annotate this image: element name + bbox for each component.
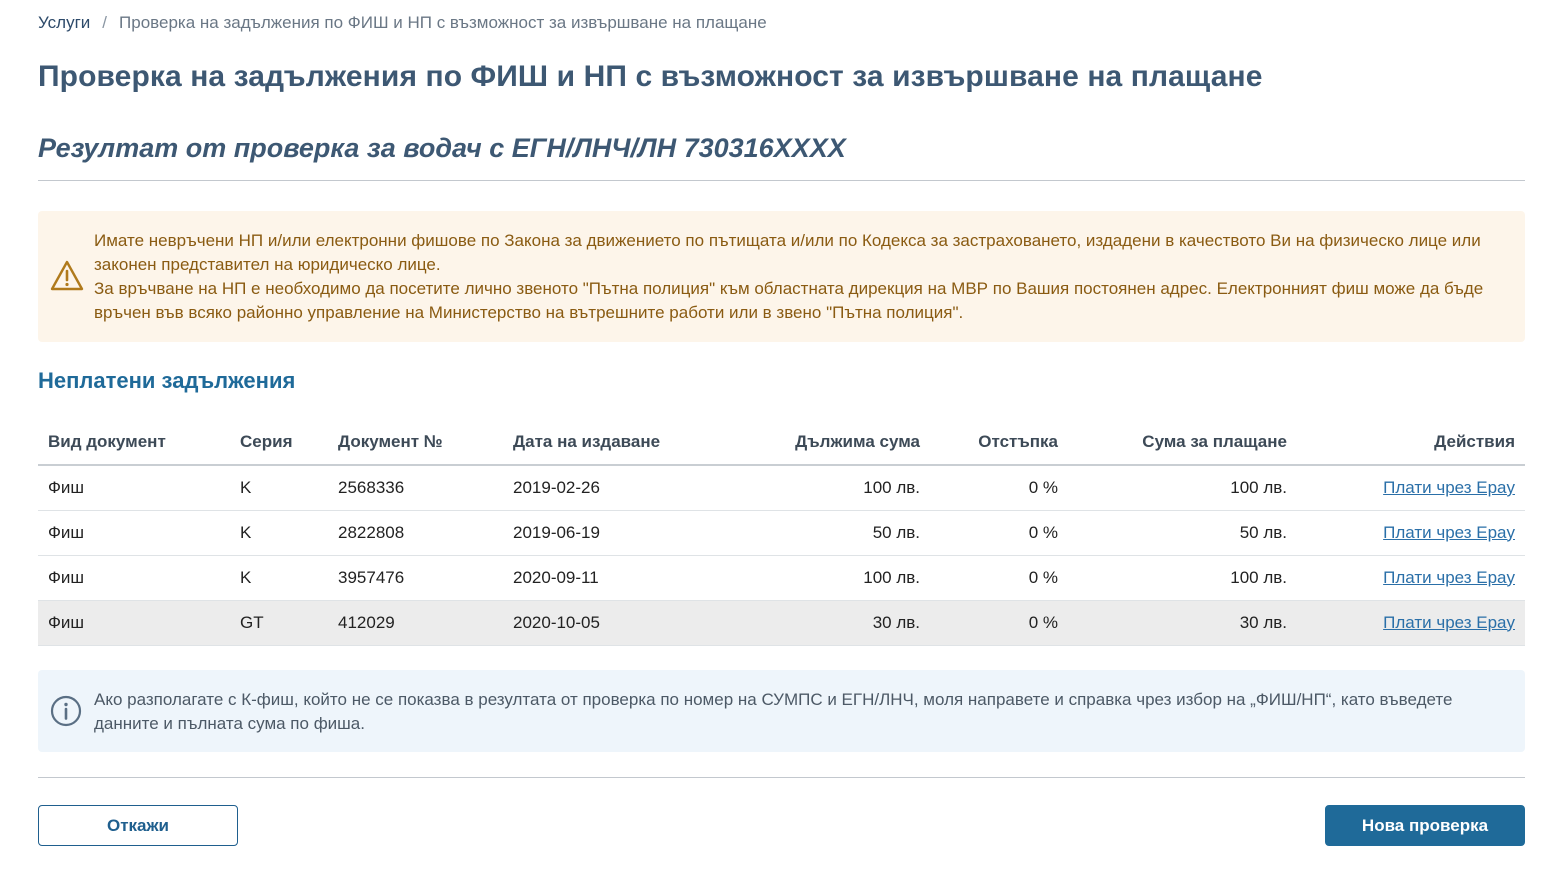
cell-series: K <box>230 510 328 556</box>
cell-actions: Плати чрез Epay <box>1297 600 1525 646</box>
cell-doc-type: Фиш <box>38 600 230 646</box>
table-row: Фиш K 2822808 2019-06-19 50 лв. 0 % 50 л… <box>38 510 1525 556</box>
cell-actions: Плати чрез Epay <box>1297 465 1525 511</box>
cell-doc-no: 2822808 <box>328 510 503 556</box>
cell-doc-type: Фиш <box>38 510 230 556</box>
cell-amount-to-pay: 100 лв. <box>1068 555 1297 601</box>
col-header-discount: Отстъпка <box>930 420 1068 466</box>
cell-doc-type: Фиш <box>38 555 230 601</box>
cell-amount-due: 100 лв. <box>678 465 930 511</box>
warning-text: Имате невръчени НП и/или електронни фишо… <box>94 229 1504 325</box>
cell-amount-to-pay: 100 лв. <box>1068 465 1297 511</box>
table-header-row: Вид документ Серия Документ № Дата на из… <box>38 420 1525 466</box>
col-header-doc-no: Документ № <box>328 420 503 466</box>
col-header-amount-due: Дължима сума <box>678 420 930 466</box>
cell-issue-date: 2020-10-05 <box>503 600 678 646</box>
cell-discount: 0 % <box>930 465 1068 511</box>
col-header-amount-to-pay: Сума за плащане <box>1068 420 1297 466</box>
divider-bottom <box>38 777 1525 778</box>
pay-epay-link[interactable]: Плати чрез Epay <box>1383 523 1515 542</box>
info-text: Ако разполагате с К-фиш, който не се пок… <box>94 690 1453 733</box>
cell-issue-date: 2019-06-19 <box>503 510 678 556</box>
result-title: Резултат от проверка за водач с ЕГН/ЛНЧ/… <box>38 133 846 163</box>
unpaid-section-title: Неплатени задължения <box>38 368 296 393</box>
col-header-series: Серия <box>230 420 328 466</box>
breadcrumb-current: Проверка на задължения по ФИШ и НП с въз… <box>119 13 767 32</box>
cell-doc-no: 3957476 <box>328 555 503 601</box>
cell-actions: Плати чрез Epay <box>1297 510 1525 556</box>
cell-doc-no: 2568336 <box>328 465 503 511</box>
cell-discount: 0 % <box>930 510 1068 556</box>
table-row: Фиш K 2568336 2019-02-26 100 лв. 0 % 100… <box>38 465 1525 511</box>
cell-amount-due: 30 лв. <box>678 600 930 646</box>
warning-triangle-icon <box>50 260 84 291</box>
breadcrumb-services-link[interactable]: Услуги <box>38 13 90 33</box>
cell-doc-type: Фиш <box>38 465 230 511</box>
col-header-doc-type: Вид документ <box>38 420 230 466</box>
pay-epay-link[interactable]: Плати чрез Epay <box>1383 478 1515 497</box>
warning-line-1: Имате невръчени НП и/или електронни фишо… <box>94 231 1481 274</box>
warning-alert: Имате невръчени НП и/или електронни фишо… <box>38 211 1525 342</box>
pay-epay-link[interactable]: Плати чрез Epay <box>1383 613 1515 632</box>
cell-amount-due: 100 лв. <box>678 555 930 601</box>
cell-series: GT <box>230 600 328 646</box>
cell-amount-due: 50 лв. <box>678 510 930 556</box>
table-row: Фиш GT 412029 2020-10-05 30 лв. 0 % 30 л… <box>38 600 1525 646</box>
cell-doc-no: 412029 <box>328 600 503 646</box>
breadcrumb: Услуги / Проверка на задължения по ФИШ и… <box>38 13 767 33</box>
cell-issue-date: 2019-02-26 <box>503 465 678 511</box>
divider-top <box>38 180 1525 181</box>
cell-issue-date: 2020-09-11 <box>503 555 678 601</box>
page-title: Проверка на задължения по ФИШ и НП с въз… <box>38 60 1263 93</box>
cell-amount-to-pay: 50 лв. <box>1068 510 1297 556</box>
new-check-button[interactable]: Нова проверка <box>1325 805 1525 846</box>
col-header-actions: Действия <box>1297 420 1525 466</box>
info-alert: Ако разполагате с К-фиш, който не се пок… <box>38 670 1525 752</box>
page: Услуги / Проверка на задължения по ФИШ и… <box>0 0 1559 881</box>
cell-series: K <box>230 555 328 601</box>
warning-line-2: За връчване на НП е необходимо да посети… <box>94 279 1484 322</box>
cell-discount: 0 % <box>930 555 1068 601</box>
cancel-button[interactable]: Откажи <box>38 805 238 846</box>
breadcrumb-separator: / <box>102 13 108 32</box>
cell-actions: Плати чрез Epay <box>1297 555 1525 601</box>
table-row: Фиш K 3957476 2020-09-11 100 лв. 0 % 100… <box>38 555 1525 601</box>
unpaid-debts-table: Вид документ Серия Документ № Дата на из… <box>38 420 1525 646</box>
cell-series: K <box>230 465 328 511</box>
cell-discount: 0 % <box>930 600 1068 646</box>
pay-epay-link[interactable]: Плати чрез Epay <box>1383 568 1515 587</box>
cell-amount-to-pay: 30 лв. <box>1068 600 1297 646</box>
col-header-issue-date: Дата на издаване <box>503 420 678 466</box>
info-circle-icon <box>50 695 82 727</box>
